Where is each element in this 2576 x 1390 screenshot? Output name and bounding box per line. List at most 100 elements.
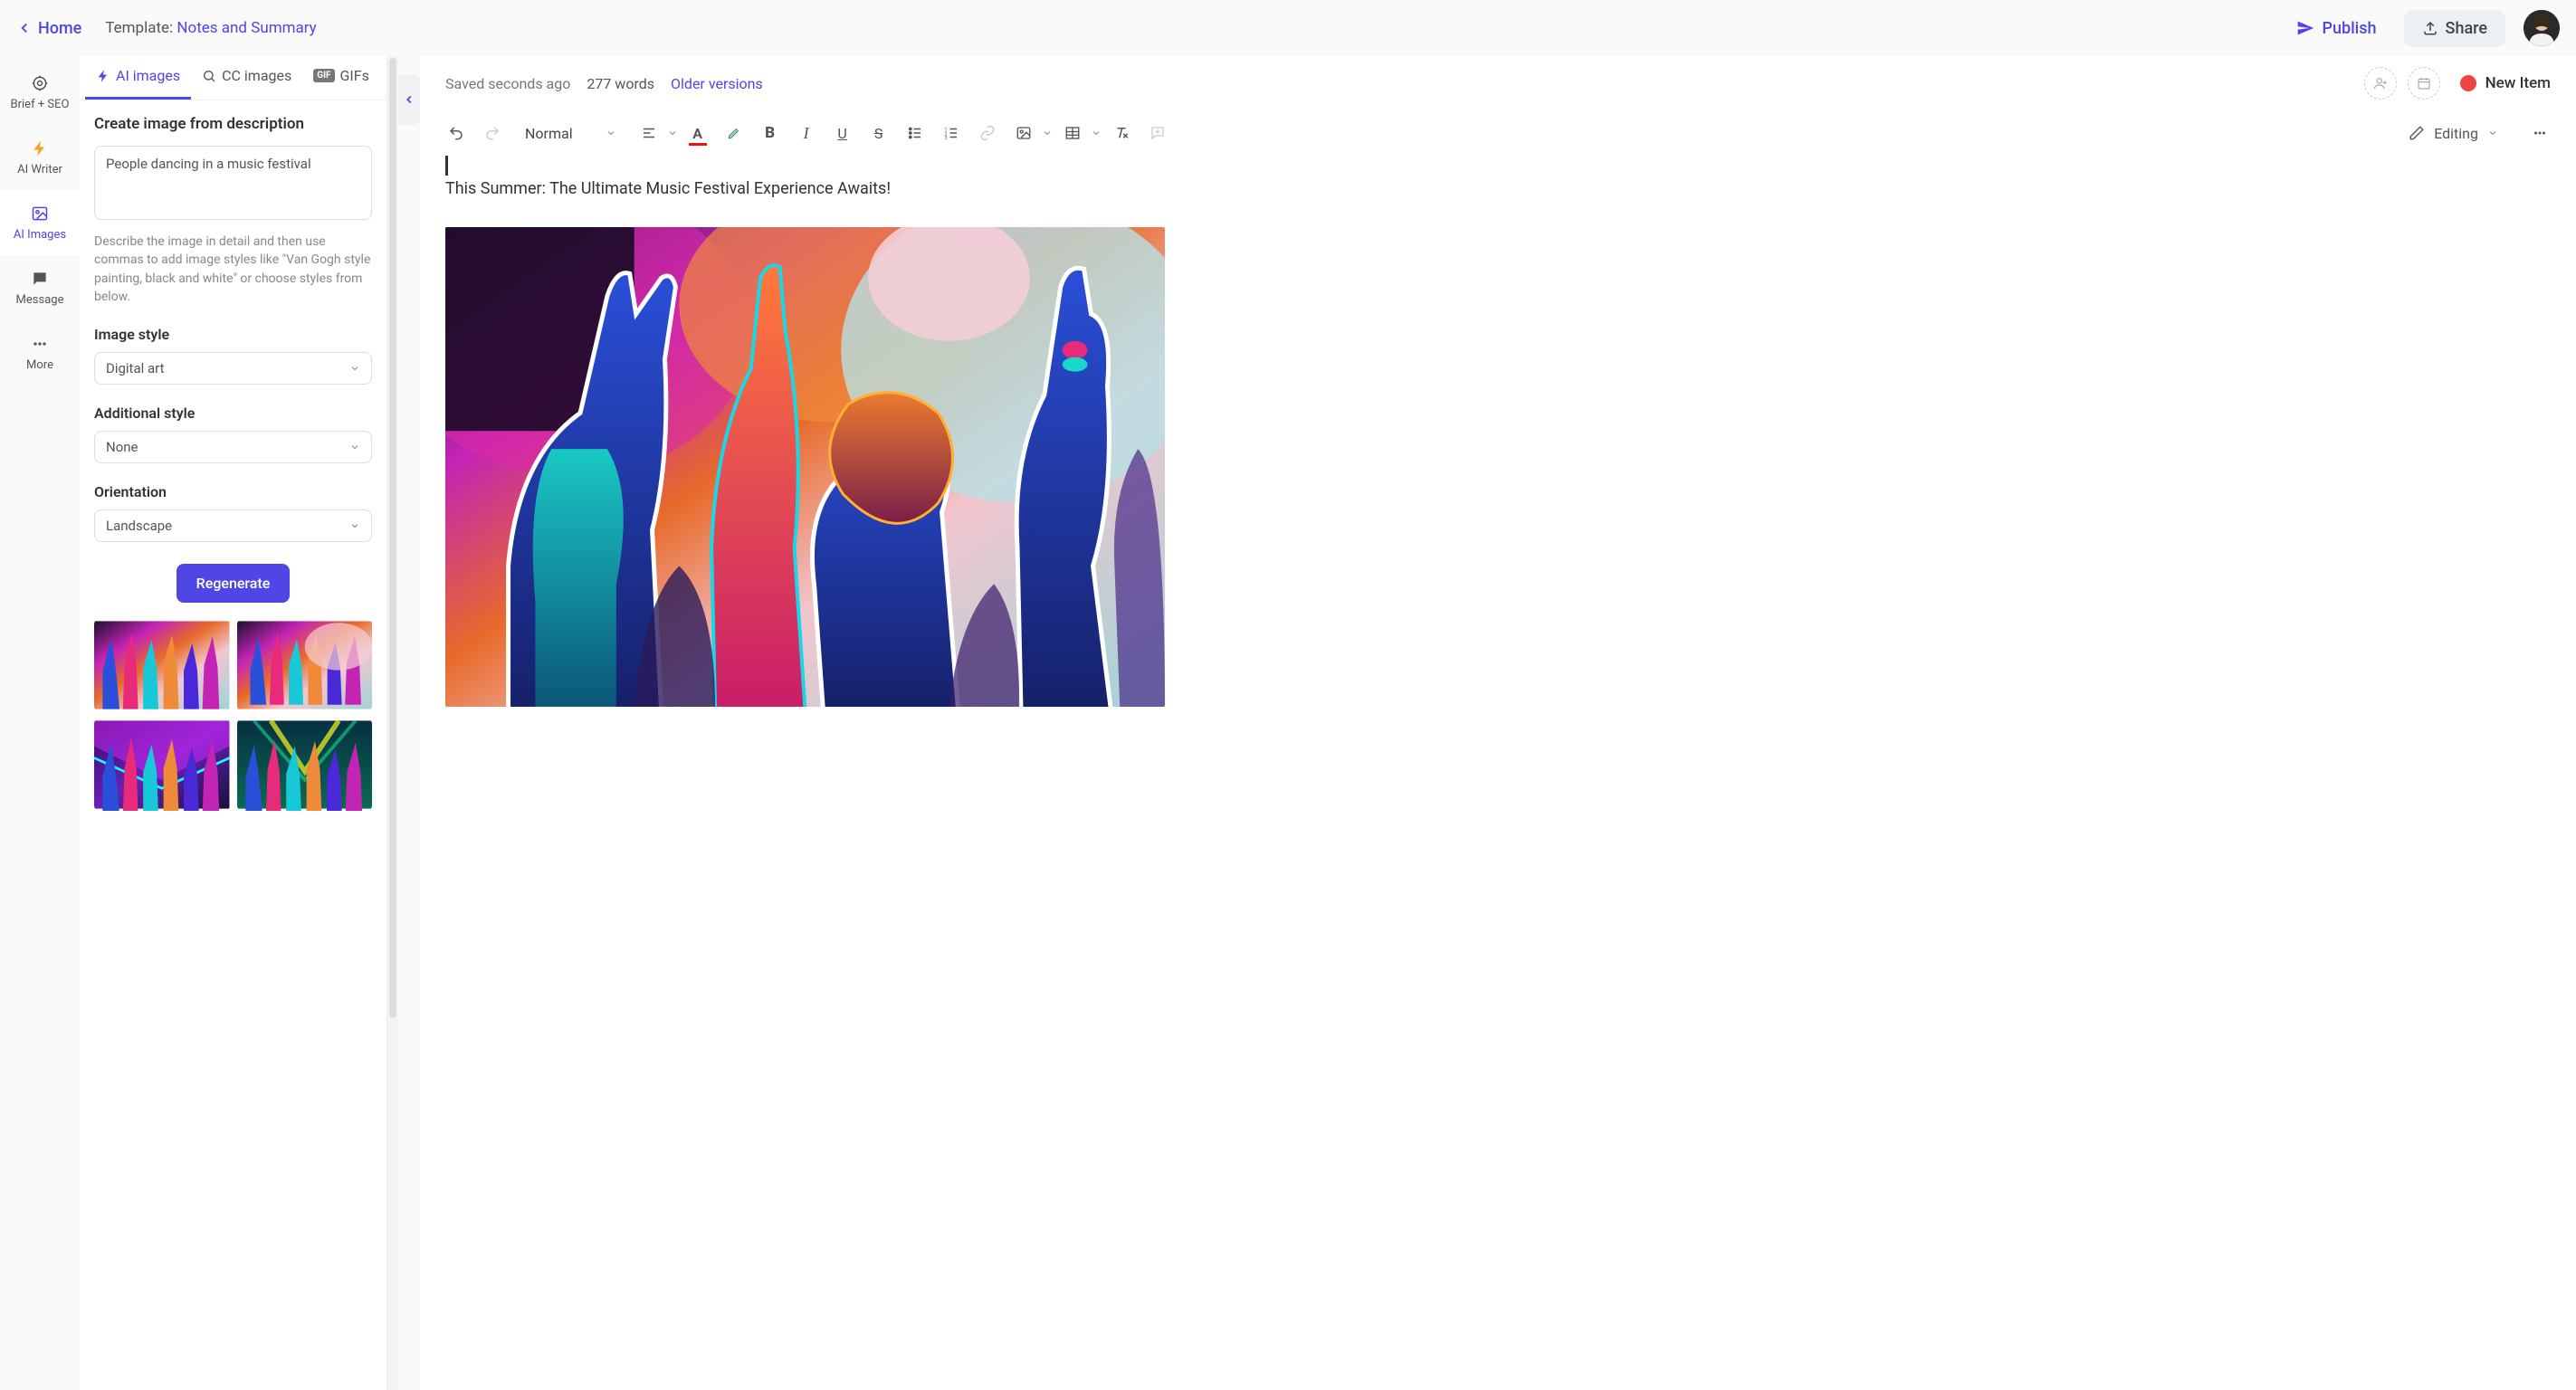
rail-ai-writer[interactable]: AI Writer [0,125,80,190]
user-plus-icon [2373,76,2388,90]
undo-icon [448,125,464,141]
document-body[interactable]: This Summer: The Ultimate Music Festival… [420,156,2576,1390]
add-collaborator-button[interactable] [2364,67,2397,100]
user-avatar[interactable] [2524,10,2560,46]
hero-image[interactable] [445,227,1165,707]
italic-icon: I [804,124,809,143]
older-versions-link[interactable]: Older versions [671,75,763,92]
insert-table-button[interactable] [1056,117,1089,149]
tab-ai-images[interactable]: AI images [85,56,191,100]
chevron-down-icon[interactable] [1042,128,1053,138]
chat-icon [31,270,49,288]
strikethrough-button[interactable]: S [863,117,895,149]
highlight-button[interactable] [718,117,750,149]
editor-area: Saved seconds ago 277 words Older versio… [420,56,2576,1390]
avatar-image [2524,10,2560,46]
link-button[interactable] [971,117,1004,149]
word-count: 277 words [587,75,654,92]
home-link[interactable]: Home [16,19,81,38]
style-select[interactable]: Digital art [94,352,372,385]
thumbnail[interactable] [237,719,373,811]
text-color-button[interactable]: A [682,117,714,149]
image-icon [1016,125,1032,141]
comment-plus-icon [1150,125,1166,141]
additional-style-select[interactable]: None [94,431,372,463]
pencil-icon [2409,125,2425,141]
link-icon [979,125,996,141]
new-item-indicator[interactable]: New Item [2460,74,2551,92]
editing-mode-select[interactable]: Editing [2396,125,2511,142]
thumbnail[interactable] [94,719,230,811]
list-bullet-icon [907,125,923,141]
schedule-button[interactable] [2408,67,2440,100]
chevron-down-icon [349,520,360,531]
numbered-list-button[interactable]: 123 [935,117,968,149]
paragraph-style-select[interactable]: Normal [512,117,629,149]
additional-style-label: Additional style [94,405,372,422]
undo-button[interactable] [440,117,472,149]
underline-icon: U [837,125,846,142]
document-headline[interactable]: This Summer: The Ultimate Music Festival… [445,179,2551,198]
thumbnail[interactable] [94,619,230,711]
redo-icon [484,125,501,141]
bold-icon: B [765,124,775,142]
saved-status: Saved seconds ago [445,75,570,92]
tab-cc-images[interactable]: CC images [191,56,302,100]
bold-button[interactable]: B [754,117,787,149]
home-label: Home [38,19,81,38]
image-icon [31,205,49,223]
strikethrough-icon: S [874,125,883,142]
collapse-panel-button[interactable] [398,74,420,125]
editor-toolbar: Normal A B I U S 123 [420,110,2576,156]
upload-icon [2422,20,2438,36]
clear-format-button[interactable] [1105,117,1138,149]
chevron-down-icon[interactable] [667,128,678,138]
panel-tabs: AI images CC images GIF GIFs [80,56,386,100]
template-link[interactable]: Notes and Summary [177,19,316,37]
rail-more[interactable]: More [0,320,80,386]
regenerate-button[interactable]: Regenerate [177,564,291,603]
panel-scrollbar[interactable] [387,56,398,1390]
template-indicator: Template: Notes and Summary [105,19,316,37]
publish-button[interactable]: Publish [2278,10,2394,47]
send-icon [2296,19,2314,37]
thumbnail-grid [94,619,372,811]
image-panel: AI images CC images GIF GIFs Create imag… [80,56,387,1390]
clear-format-icon [1113,125,1130,141]
comment-button[interactable] [1141,117,1174,149]
underline-button[interactable]: U [826,117,859,149]
chevron-left-icon [16,20,33,36]
share-button[interactable]: Share [2404,10,2505,47]
rail-message[interactable]: Message [0,255,80,320]
chevron-down-icon [349,442,360,452]
highlighter-icon [726,125,742,141]
text-color-icon: A [692,125,702,142]
align-button[interactable] [633,117,665,149]
gif-badge-icon: GIF [313,69,334,82]
bullet-list-button[interactable] [899,117,931,149]
style-label: Image style [94,326,372,343]
italic-button[interactable]: I [790,117,823,149]
chevron-down-icon[interactable] [1091,128,1102,138]
chevron-left-icon [403,93,415,106]
tab-gifs[interactable]: GIF GIFs [302,56,380,100]
search-icon [202,69,216,83]
text-cursor [445,156,448,176]
form-title: Create image from description [94,115,372,133]
insert-image-button[interactable] [1007,117,1040,149]
dots-icon [2532,125,2548,141]
redo-button[interactable] [476,117,509,149]
prompt-input[interactable] [94,146,372,220]
left-rail: Brief + SEO AI Writer AI Images Message … [0,56,80,1390]
target-icon [31,74,49,92]
prompt-helper: Describe the image in detail and then us… [94,233,372,306]
orientation-select[interactable]: Landscape [94,509,372,542]
top-bar: Home Template: Notes and Summary Publish… [0,0,2576,56]
thumbnail[interactable] [237,619,373,711]
list-number-icon: 123 [943,125,959,141]
rail-ai-images[interactable]: AI Images [0,190,80,255]
rail-brief-seo[interactable]: Brief + SEO [0,60,80,125]
status-dot-icon [2460,75,2476,91]
more-tools-button[interactable] [2524,117,2556,149]
dots-icon [31,335,49,353]
